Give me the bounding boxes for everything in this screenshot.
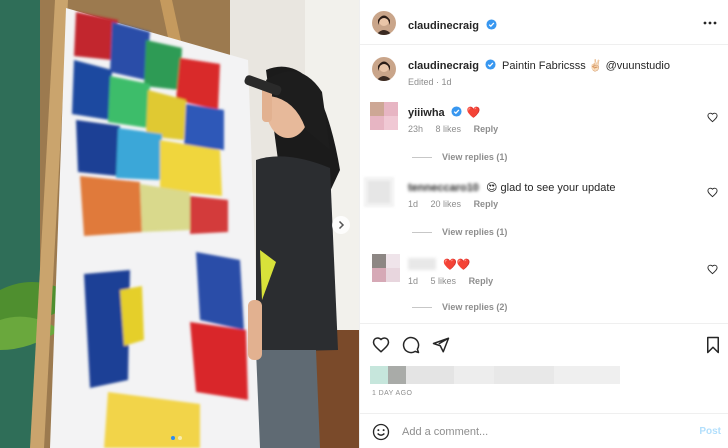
- avatar-image: [372, 254, 400, 282]
- chevron-right-icon: [338, 220, 345, 230]
- post-detail-panel: claudinecraig claudinecraig Paintin Fabr…: [359, 0, 728, 448]
- carousel-dot: [171, 436, 175, 440]
- comment-meta: 1d 5 likes Reply: [408, 276, 503, 286]
- comment-likes[interactable]: 5 likes: [431, 276, 457, 286]
- heart-icon[interactable]: [707, 264, 718, 275]
- comment-text: 😍 glad to see your update: [486, 182, 616, 194]
- carousel-dot: [178, 436, 182, 440]
- redacted-block: [454, 366, 494, 384]
- comment-body: yiiiwha ❤️: [408, 106, 481, 120]
- reply-button[interactable]: Reply: [469, 276, 494, 286]
- comment-meta: 1d 20 likes Reply: [408, 199, 508, 209]
- comment-likes[interactable]: 20 likes: [431, 199, 462, 209]
- comment-text: ❤️: [466, 107, 481, 119]
- author-username[interactable]: claudinecraig: [408, 20, 479, 32]
- comment-body: tenneccaro10 😍 glad to see your update: [408, 181, 616, 195]
- comment-username[interactable]: tenneccaro10: [408, 181, 479, 195]
- emoji-icon[interactable]: [372, 423, 390, 441]
- share-icon[interactable]: [432, 336, 450, 354]
- caption-username[interactable]: claudinecraig: [408, 60, 479, 72]
- redacted-block: [554, 366, 620, 384]
- carousel-dots: [171, 436, 182, 440]
- verified-badge-icon: [451, 106, 462, 117]
- caption-text-row: claudinecraig Paintin Fabricsss ✌🏻 @vuun…: [408, 59, 670, 73]
- comment-body: ❤️❤️: [408, 258, 470, 272]
- comment-meta: 23h 8 likes Reply: [408, 124, 508, 134]
- bookmark-icon[interactable]: [705, 336, 721, 354]
- comment-input[interactable]: [402, 423, 682, 441]
- avatar-image: [370, 102, 398, 130]
- heart-icon[interactable]: [707, 187, 718, 198]
- comment-icon[interactable]: [402, 336, 420, 354]
- view-replies-button[interactable]: View replies (2): [412, 302, 507, 312]
- comment-text: ❤️❤️: [443, 259, 471, 271]
- redacted-block: [406, 366, 454, 384]
- view-replies-label: View replies (2): [442, 302, 508, 312]
- replies-divider: [412, 232, 432, 234]
- reply-button[interactable]: Reply: [474, 199, 499, 209]
- comment-time: 1d: [408, 276, 419, 286]
- heart-icon[interactable]: [707, 112, 718, 123]
- comment-username-redacted[interactable]: [408, 258, 436, 270]
- heart-icon[interactable]: [372, 336, 390, 354]
- post-header: claudinecraig: [360, 0, 728, 45]
- comment-username[interactable]: yiiiwha: [408, 107, 445, 119]
- view-replies-button[interactable]: View replies (1): [412, 152, 507, 162]
- comment-avatar[interactable]: [370, 102, 398, 130]
- post-photo[interactable]: [0, 0, 359, 448]
- reply-button[interactable]: Reply: [474, 124, 499, 134]
- redacted-block: [494, 366, 554, 384]
- carousel-next-button[interactable]: [332, 216, 350, 234]
- replies-divider: [412, 157, 432, 159]
- add-comment-bar: Post: [360, 413, 728, 448]
- redacted-block: [370, 366, 388, 384]
- post-date: 1 DAY AGO: [372, 390, 413, 397]
- view-replies-label: View replies (1): [442, 152, 508, 162]
- comment-avatar[interactable]: [364, 177, 394, 207]
- caption-meta: Edited · 1d: [408, 77, 452, 87]
- view-replies-label: View replies (1): [442, 227, 508, 237]
- liked-by-redacted[interactable]: [370, 366, 620, 384]
- avatar-image: [364, 177, 394, 207]
- post-actions-bar: [360, 323, 728, 365]
- caption-avatar[interactable]: [372, 57, 396, 81]
- verified-badge-icon: [485, 59, 496, 70]
- verified-badge-icon: [486, 19, 497, 30]
- comment-likes[interactable]: 8 likes: [436, 124, 462, 134]
- view-replies-button[interactable]: View replies (1): [412, 227, 507, 237]
- post-comment-button[interactable]: Post: [699, 426, 721, 437]
- author-avatar[interactable]: [372, 11, 396, 35]
- painting-photo-illustration: [0, 0, 359, 448]
- avatar-image: [372, 57, 396, 81]
- comment-time: 1d: [408, 199, 419, 209]
- comment-time: 23h: [408, 124, 424, 134]
- avatar-image: [372, 11, 396, 35]
- caption-text: Paintin Fabricsss ✌🏻 @vuunstudio: [502, 60, 670, 72]
- more-horizontal-icon[interactable]: [703, 16, 717, 30]
- comment-avatar[interactable]: [372, 254, 400, 282]
- redacted-block: [388, 366, 406, 384]
- replies-divider: [412, 307, 432, 309]
